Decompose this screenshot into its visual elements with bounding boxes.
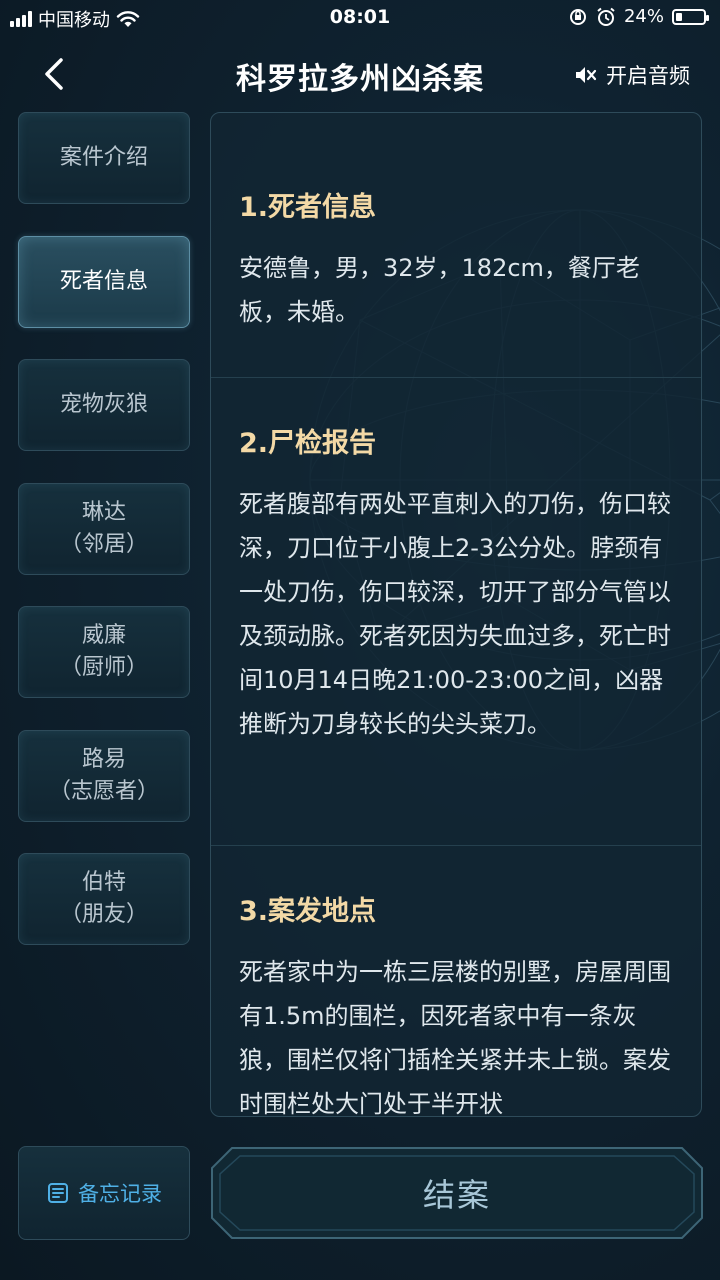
section-body: 安德鲁，男，32岁，182cm，餐厅老板，未婚。 bbox=[239, 254, 640, 326]
sidebar-item-william[interactable]: 威廉 （厨师） bbox=[18, 606, 190, 698]
alarm-icon bbox=[597, 7, 615, 26]
section-body: 死者腹部有两处平直刺入的刀伤，伤口较深，刀口位于小腹上2-3公分处。脖颈有一处刀… bbox=[239, 490, 671, 738]
status-right: 24% bbox=[568, 6, 709, 27]
sidebar-item-role: （邻居） bbox=[59, 532, 148, 557]
section-divider bbox=[211, 377, 701, 378]
section-victim-info: 1.死者信息 安德鲁，男，32岁，182cm，餐厅老板，未婚。 bbox=[239, 185, 679, 334]
sound-toggle-button[interactable]: 开启音频 bbox=[574, 60, 690, 90]
section-title: 2.尸检报告 bbox=[239, 428, 377, 459]
close-case-button[interactable]: 结案 bbox=[210, 1146, 704, 1240]
header: 科罗拉多州凶杀案 开启音频 bbox=[0, 40, 720, 108]
sidebar-item-case-intro[interactable]: 案件介绍 bbox=[18, 112, 190, 204]
sidebar-item-label: 死者信息 bbox=[59, 269, 148, 294]
section-body: 死者家中为一栋三层楼的别墅，房屋周围有1.5m的围栏，因死者家中有一条灰狼，围栏… bbox=[239, 958, 671, 1117]
sidebar-item-label: 琳达 bbox=[81, 500, 126, 525]
sidebar-item-label: 宠物灰狼 bbox=[59, 392, 148, 417]
sidebar-item-victim-info[interactable]: 死者信息 bbox=[18, 236, 190, 328]
section-title: 3.案发地点 bbox=[239, 896, 377, 927]
content-panel[interactable]: 1.死者信息 安德鲁，男，32岁，182cm，餐厅老板，未婚。 2.尸检报告 死… bbox=[210, 112, 702, 1117]
back-button[interactable] bbox=[36, 56, 72, 92]
sidebar-item-role: （志愿者） bbox=[48, 779, 159, 804]
memo-list-icon bbox=[48, 1183, 68, 1203]
sidebar-item-pet-wolf[interactable]: 宠物灰狼 bbox=[18, 359, 190, 451]
battery-percent: 24% bbox=[623, 6, 664, 27]
sidebar-item-louis[interactable]: 路易 （志愿者） bbox=[18, 730, 190, 822]
battery-icon bbox=[672, 8, 709, 25]
sound-toggle-label: 开启音频 bbox=[606, 64, 690, 88]
section-divider bbox=[211, 845, 701, 846]
close-case-label: 结案 bbox=[422, 1176, 491, 1214]
section-autopsy-report: 2.尸检报告 死者腹部有两处平直刺入的刀伤，伤口较深，刀口位于小腹上2-3公分处… bbox=[239, 421, 679, 746]
memo-label: 备忘记录 bbox=[78, 1182, 162, 1206]
battery-fill bbox=[676, 12, 682, 21]
status-bar: 中国移动 08:01 24% bbox=[0, 0, 720, 40]
sidebar-item-linda[interactable]: 琳达 （邻居） bbox=[18, 483, 190, 575]
section-title: 1.死者信息 bbox=[239, 192, 377, 223]
sidebar-item-role: （厨师） bbox=[59, 655, 148, 680]
sidebar-item-bert[interactable]: 伯特 （朋友） bbox=[18, 853, 190, 945]
sidebar-item-role: （朋友） bbox=[59, 902, 148, 927]
sidebar-item-label: 伯特 bbox=[81, 870, 126, 895]
memo-button[interactable]: 备忘记录 bbox=[18, 1146, 190, 1240]
back-icon bbox=[45, 58, 63, 90]
section-crime-scene: 3.案发地点 死者家中为一栋三层楼的别墅，房屋周围有1.5m的围栏，因死者家中有… bbox=[239, 889, 679, 1117]
speaker-muted-icon bbox=[576, 67, 597, 83]
app-screen: 中国移动 08:01 24% 科罗拉多州凶杀案 开启音频 案件介绍 死者信息 宠… bbox=[0, 0, 720, 1280]
sidebar-item-label: 案件介绍 bbox=[59, 145, 148, 170]
sidebar-item-label: 路易 bbox=[81, 747, 126, 772]
orientation-lock-icon bbox=[569, 8, 586, 25]
sidebar-item-label: 威廉 bbox=[81, 623, 126, 648]
